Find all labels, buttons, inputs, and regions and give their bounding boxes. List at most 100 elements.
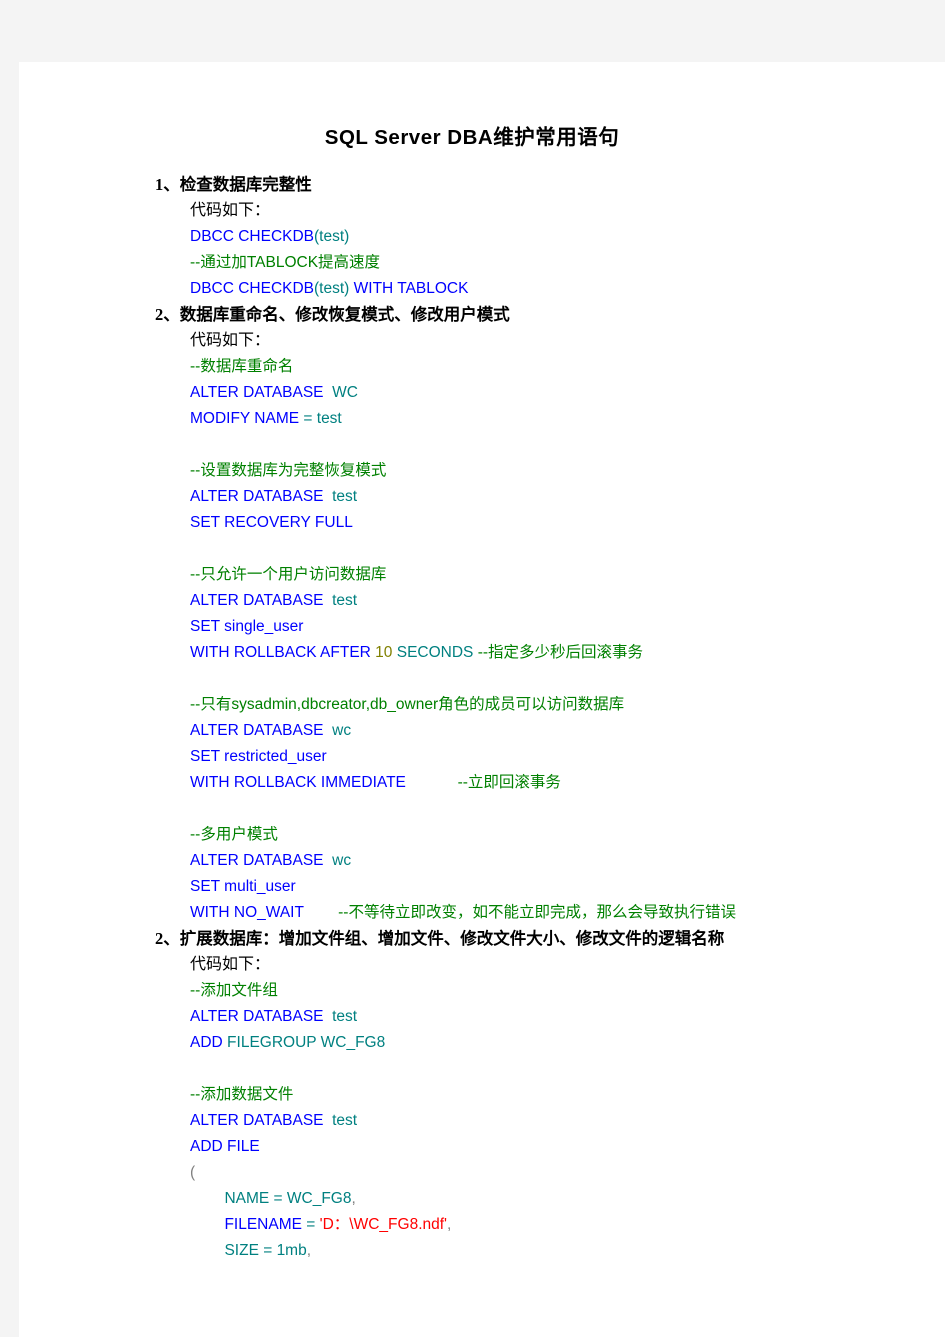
section-heading: 2、数据库重命名、修改恢复模式、修改用户模式 — [155, 304, 510, 324]
code-line: WITH ROLLBACK AFTER 10 SECONDS --指定多少秒后回… — [19, 640, 945, 666]
document-section: 2、数据库重命名、修改恢复模式、修改用户模式代码如下： --数据库重命名 ALTER… — [19, 302, 945, 926]
code-token: wc — [327, 851, 352, 869]
code-line: --只允许一个用户访问数据库 — [19, 562, 945, 588]
document-section: 1、检查数据库完整性 代码如下： DBCC CHECKDB(test) --通过加TA… — [19, 172, 945, 302]
code-line: SET RECOVERY FULL — [19, 510, 945, 536]
code-token: --只有sysadmin,dbcreator,db_owner角色的成员可以访问… — [190, 695, 625, 713]
code-token: , — [447, 1215, 452, 1233]
code-label: 代码如下： — [190, 201, 271, 219]
code-line: ALTER DATABASE wc — [19, 848, 945, 874]
code-token: test — [327, 591, 358, 609]
code-line: ALTER DATABASE wc — [19, 718, 945, 744]
code-line: DBCC CHECKDB(test) WITH TABLOCK — [19, 276, 945, 302]
code-line: ALTER DATABASE test — [19, 1004, 945, 1030]
code-token: (test) — [314, 279, 350, 297]
code-token: , — [351, 1189, 356, 1207]
code-line: SIZE = 1mb, — [19, 1238, 945, 1264]
code-token: NAME = WC_FG8 — [190, 1189, 352, 1207]
code-token: SET RECOVERY FULL — [190, 513, 353, 531]
code-token: --通过加TABLOCK提高速度 — [190, 253, 381, 271]
code-token: --多用户模式 — [190, 825, 278, 843]
code-token: 'D：\WC_FG8.ndf' — [319, 1215, 448, 1233]
code-token: SECONDS — [392, 643, 478, 661]
code-token: 10 — [375, 643, 393, 661]
code-line: DBCC CHECKDB(test) — [19, 224, 945, 250]
code-line: SET single_user — [19, 614, 945, 640]
code-token: --添加数据文件 — [190, 1085, 294, 1103]
code-line: --设置数据库为完整恢复模式 — [19, 458, 945, 484]
code-token: DBCC CHECKDB — [190, 227, 315, 245]
code-token: FILENAME — [190, 1215, 302, 1233]
code-line: --只有sysadmin,dbcreator,db_owner角色的成员可以访问… — [19, 692, 945, 718]
code-line: ADD FILE — [19, 1134, 945, 1160]
code-line: NAME = WC_FG8, — [19, 1186, 945, 1212]
code-token: --数据库重命名 — [190, 357, 294, 375]
code-token: DBCC CHECKDB — [190, 279, 315, 297]
code-token: --指定多少秒后回滚事务 — [477, 643, 644, 661]
code-token: ADD — [190, 1033, 228, 1051]
document-section: 2、扩展数据库：增加文件组、增加文件、修改文件大小、修改文件的逻辑名称代码如下：… — [19, 926, 945, 1264]
code-line: --添加数据文件 — [19, 1082, 945, 1108]
code-label: 代码如下： — [190, 955, 271, 973]
code-line: --多用户模式 — [19, 822, 945, 848]
code-token: WC — [327, 383, 358, 401]
code-line: ALTER DATABASE WC — [19, 380, 945, 406]
code-token: --立即回滚事务 — [457, 773, 561, 791]
code-token: ALTER DATABASE — [190, 721, 328, 739]
code-token: ADD FILE — [190, 1137, 260, 1155]
section-heading: 2、扩展数据库：增加文件组、增加文件、修改文件大小、修改文件的逻辑名称 — [155, 928, 725, 948]
code-line: ADD FILEGROUP WC_FG8 — [19, 1030, 945, 1056]
code-label: 代码如下： — [190, 331, 271, 349]
code-line: ALTER DATABASE test — [19, 1108, 945, 1134]
code-token: --不等待立即改变，如不能立即完成，那么会导致执行错误 — [338, 903, 736, 921]
code-line: FILENAME = 'D：\WC_FG8.ndf', — [19, 1212, 945, 1238]
code-line: SET restricted_user — [19, 744, 945, 770]
code-token: SIZE = 1mb — [190, 1241, 307, 1259]
document-body: 1、检查数据库完整性 代码如下： DBCC CHECKDB(test) --通过加TA… — [19, 151, 945, 1264]
code-token: ALTER DATABASE — [190, 1007, 328, 1025]
code-token: SET multi_user — [190, 877, 296, 895]
code-token: (test) — [314, 227, 350, 245]
code-token: wc — [327, 721, 352, 739]
code-token: test — [327, 487, 358, 505]
document-page: SQL Server DBA维护常用语句 1、检查数据库完整性 代码如下： DBCC… — [19, 62, 945, 1337]
sections-container: 1、检查数据库完整性 代码如下： DBCC CHECKDB(test) --通过加TA… — [19, 172, 945, 1264]
code-line: --添加文件组 — [19, 978, 945, 1004]
code-line: ALTER DATABASE test — [19, 588, 945, 614]
code-token: test — [327, 1007, 358, 1025]
code-token: WITH ROLLBACK IMMEDIATE — [190, 773, 406, 791]
code-line: ALTER DATABASE test — [19, 484, 945, 510]
code-line: ( — [19, 1160, 945, 1186]
code-token: NO_WAIT — [233, 903, 304, 921]
code-token: = — [301, 1215, 320, 1233]
code-token: WITH TABLOCK — [353, 279, 469, 297]
code-line: MODIFY NAME = test — [19, 406, 945, 432]
code-line: --通过加TABLOCK提高速度 — [19, 250, 945, 276]
code-token: ALTER DATABASE — [190, 591, 328, 609]
code-token: WITH ROLLBACK AFTER — [190, 643, 376, 661]
code-token: WITH — [190, 903, 234, 921]
code-token: SET restricted_user — [190, 747, 327, 765]
code-token: ( — [190, 1163, 196, 1181]
code-token: ALTER DATABASE — [190, 1111, 328, 1129]
code-token: FILEGROUP WC_FG8 — [227, 1033, 386, 1051]
code-line: WITH NO_WAIT --不等待立即改变，如不能立即完成，那么会导致执行错误 — [19, 900, 945, 926]
code-token: = test — [299, 409, 342, 427]
section-heading: 1、检查数据库完整性 — [155, 174, 312, 194]
code-line: WITH ROLLBACK IMMEDIATE --立即回滚事务 — [19, 770, 945, 796]
code-token: ALTER DATABASE — [190, 851, 328, 869]
code-token: --只允许一个用户访问数据库 — [190, 565, 387, 583]
code-token: , — [306, 1241, 312, 1259]
code-token: ALTER DATABASE — [190, 487, 328, 505]
code-token: MODIFY NAME — [190, 409, 300, 427]
code-line: --数据库重命名 — [19, 354, 945, 380]
code-token: test — [327, 1111, 358, 1129]
code-token: ALTER DATABASE — [190, 383, 328, 401]
